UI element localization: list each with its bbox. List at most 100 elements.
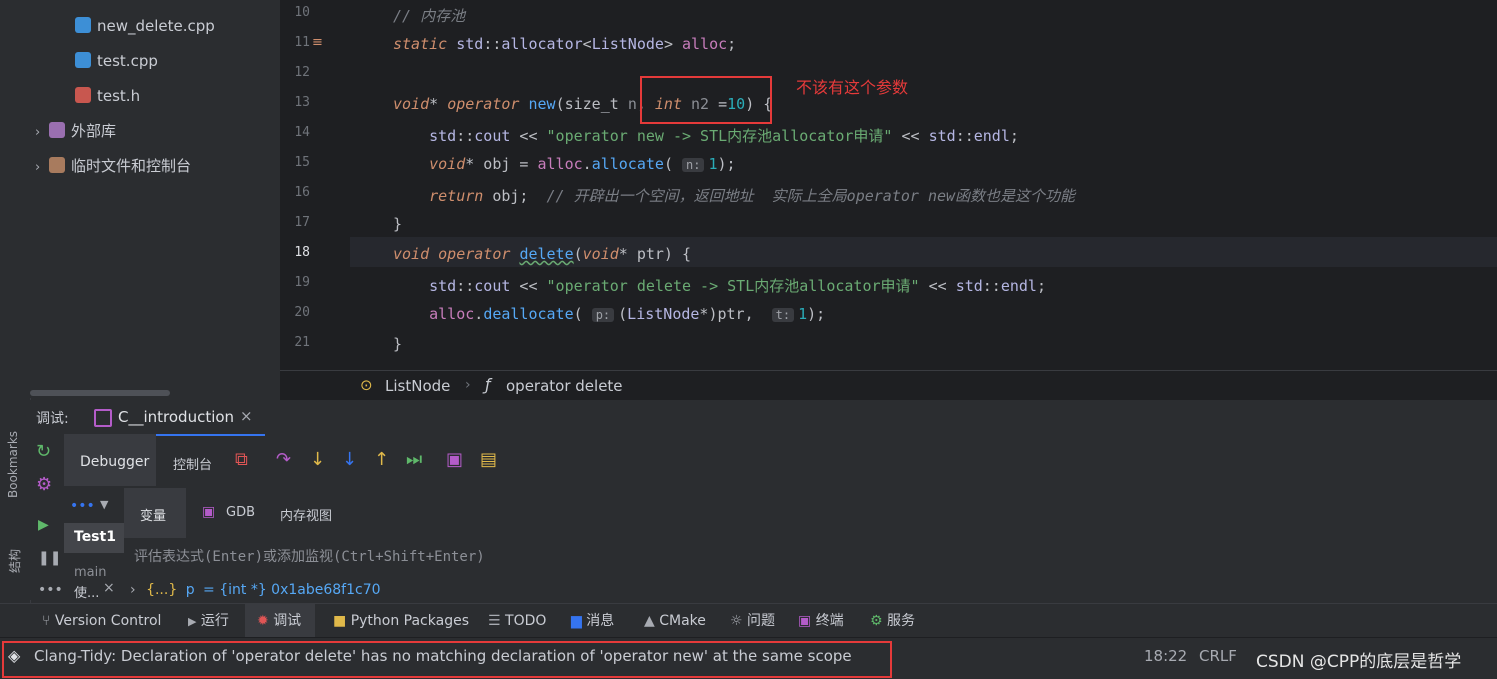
tool-version-control[interactable]: ⑂ Version Control xyxy=(42,604,161,638)
rerun-icon[interactable]: ↻ xyxy=(36,442,51,462)
more-icon[interactable]: ••• xyxy=(38,580,63,600)
structure-tab[interactable]: 结构 xyxy=(2,538,28,598)
code-line-15: void* obj = alloc.allocate( n: 1); xyxy=(429,155,736,173)
tool-python-packages[interactable]: ■ Python Packages xyxy=(333,604,469,638)
tab-console[interactable]: 控制台 xyxy=(173,454,212,473)
line-number: 15 xyxy=(294,155,310,170)
left-tool-strip: Bookmarks 结构 xyxy=(0,398,31,603)
tool-terminal[interactable]: ▣ 终端 xyxy=(798,604,844,638)
step-into-icon[interactable]: ↓ xyxy=(310,450,325,470)
line-number: 19 xyxy=(294,275,310,290)
code-line-14: std::cout << "operator new -> STL内存池allo… xyxy=(429,127,1019,145)
line-number: 12 xyxy=(294,65,310,80)
terminal-icon: ▣ xyxy=(798,613,812,629)
tree-item-test-h[interactable]: test.h xyxy=(75,82,140,110)
frame-item-test1[interactable]: Test1 xyxy=(64,523,124,553)
tool-services[interactable]: ⚙ 服务 xyxy=(870,604,915,638)
chevron-down-icon[interactable]: ▼ xyxy=(100,498,108,511)
line-number: 10 xyxy=(294,5,310,20)
tab-variables[interactable]: 变量 xyxy=(124,488,186,538)
cmake-icon: ▲ xyxy=(644,613,655,629)
force-step-into-icon[interactable]: ↓ xyxy=(342,450,357,470)
close-icon[interactable]: × xyxy=(240,407,253,425)
tool-cmake[interactable]: ▲ CMake xyxy=(644,604,706,638)
status-annotation-box xyxy=(2,641,892,678)
terminal-icon[interactable]: ▣ xyxy=(446,450,463,470)
debug-panel: 调试: C__introduction × ↻ ⚙ ▶ ❚❚ ••• Debug… xyxy=(30,400,1497,601)
cpp-file-icon xyxy=(75,17,91,33)
run-to-cursor-icon[interactable]: ⏭ xyxy=(406,450,422,470)
param-hint: t: xyxy=(771,308,795,322)
run-icon: ▶ xyxy=(188,615,197,628)
chevron-right-icon[interactable]: › xyxy=(35,154,49,182)
status-bar: ◈ Clang-Tidy: Declaration of 'operator d… xyxy=(0,637,1497,679)
resume-icon[interactable]: ▶ xyxy=(38,515,49,535)
code-line-17: } xyxy=(393,215,403,233)
tree-item-external-libs[interactable]: › 外部库 xyxy=(35,117,116,145)
library-icon xyxy=(49,122,65,138)
scratch-icon xyxy=(49,157,65,173)
class-icon: ⊙ xyxy=(360,376,373,394)
code-line-20: alloc.deallocate( p: (ListNode*)ptr, t: 1)… xyxy=(429,305,826,323)
tree-item-new-delete-cpp[interactable]: new_delete.cpp xyxy=(75,12,215,40)
code-line-18: void operator delete(void* ptr) { xyxy=(393,245,692,263)
line-number: 20 xyxy=(294,305,310,320)
param-hint: p: xyxy=(591,308,615,322)
debug-config-tab[interactable]: C__introduction × xyxy=(90,404,265,436)
chevron-right-icon[interactable]: › xyxy=(35,119,49,147)
editor-gutter: 10 11 12 13 14 15 16 17 18 19 20 21 ≡ xyxy=(280,0,350,370)
settings-gear-icon[interactable]: ⚙ xyxy=(36,475,52,495)
annotation-text: 不该有这个参数 xyxy=(796,78,909,97)
watermark: CSDN @CPP的底层是哲学 xyxy=(1256,652,1462,672)
step-over-icon[interactable]: ↷ xyxy=(276,450,291,470)
variable-row[interactable]: › {...} p = {int *} 0x1abe68f1c70 xyxy=(130,582,381,604)
cpp-file-icon xyxy=(75,52,91,68)
function-icon: ƒ xyxy=(485,375,491,394)
tool-debug[interactable]: ✹ 调试 xyxy=(245,604,315,638)
breadcrumb-separator-icon: › xyxy=(465,377,471,393)
frame-item-main[interactable]: main xyxy=(74,565,106,580)
breadcrumb-class[interactable]: ListNode xyxy=(385,377,450,395)
frames-menu-icon[interactable]: ••• xyxy=(70,498,95,514)
tool-messages[interactable]: ▆ 消息 xyxy=(571,604,614,638)
package-icon: ■ xyxy=(333,613,347,629)
code-line-19: std::cout << "operator delete -> STL内存池a… xyxy=(429,277,1046,295)
implementation-marker-icon[interactable]: ≡ xyxy=(312,35,328,51)
close-icon[interactable]: × xyxy=(103,580,115,596)
line-number: 16 xyxy=(294,185,310,200)
header-file-icon xyxy=(75,87,91,103)
line-number: 11 xyxy=(294,35,310,50)
threads-tab[interactable]: 使... xyxy=(74,582,99,601)
tree-item-scratches[interactable]: › 临时文件和控制台 xyxy=(35,152,191,180)
chevron-right-icon[interactable]: › xyxy=(130,582,136,598)
tool-run[interactable]: ▶ 运行 xyxy=(188,604,229,638)
tab-debugger[interactable]: Debugger xyxy=(64,434,156,486)
gdb-icon: ▣ xyxy=(202,504,216,520)
code-line-16: return obj; // 开辟出一个空间，返回地址 实际上全局operato… xyxy=(429,187,1076,205)
tab-memory-view[interactable]: 内存视图 xyxy=(280,505,332,524)
tree-item-test-cpp[interactable]: test.cpp xyxy=(75,47,158,75)
bookmarks-tab[interactable]: Bookmarks xyxy=(2,428,28,508)
layout-icon[interactable]: ⧉ xyxy=(235,450,248,470)
step-out-icon[interactable]: ↑ xyxy=(374,450,389,470)
tab-gdb[interactable]: GDB xyxy=(226,505,255,520)
evaluate-icon[interactable]: ▤ xyxy=(480,450,497,470)
services-gear-icon: ⚙ xyxy=(870,613,883,629)
pause-icon[interactable]: ❚❚ xyxy=(38,548,61,568)
breadcrumb-method[interactable]: operator delete xyxy=(506,377,623,395)
debug-label: 调试: xyxy=(36,411,69,427)
line-number: 17 xyxy=(294,215,310,230)
code-line-11: static std::allocator<ListNode> alloc; xyxy=(393,35,737,53)
horizontal-scrollbar[interactable] xyxy=(30,390,170,396)
tool-window-bar: ⑂ Version Control ▶ 运行 ✹ 调试 ■ Python Pac… xyxy=(0,603,1497,638)
line-separator[interactable]: CRLF xyxy=(1199,647,1237,665)
annotation-box xyxy=(640,76,772,124)
code-line-21: } xyxy=(393,335,403,353)
tool-todo[interactable]: ☰ TODO xyxy=(488,604,546,638)
caret-position[interactable]: 18:22 xyxy=(1144,647,1187,665)
config-icon xyxy=(94,409,112,427)
param-hint: n: xyxy=(682,158,705,172)
tool-problems[interactable]: ☼ 问题 xyxy=(730,604,775,638)
evaluate-expression-input[interactable]: 评估表达式(Enter)或添加监视(Ctrl+Shift+Enter) xyxy=(134,546,485,566)
breadcrumb: ⊙ ListNode › ƒ operator delete xyxy=(280,370,1497,401)
